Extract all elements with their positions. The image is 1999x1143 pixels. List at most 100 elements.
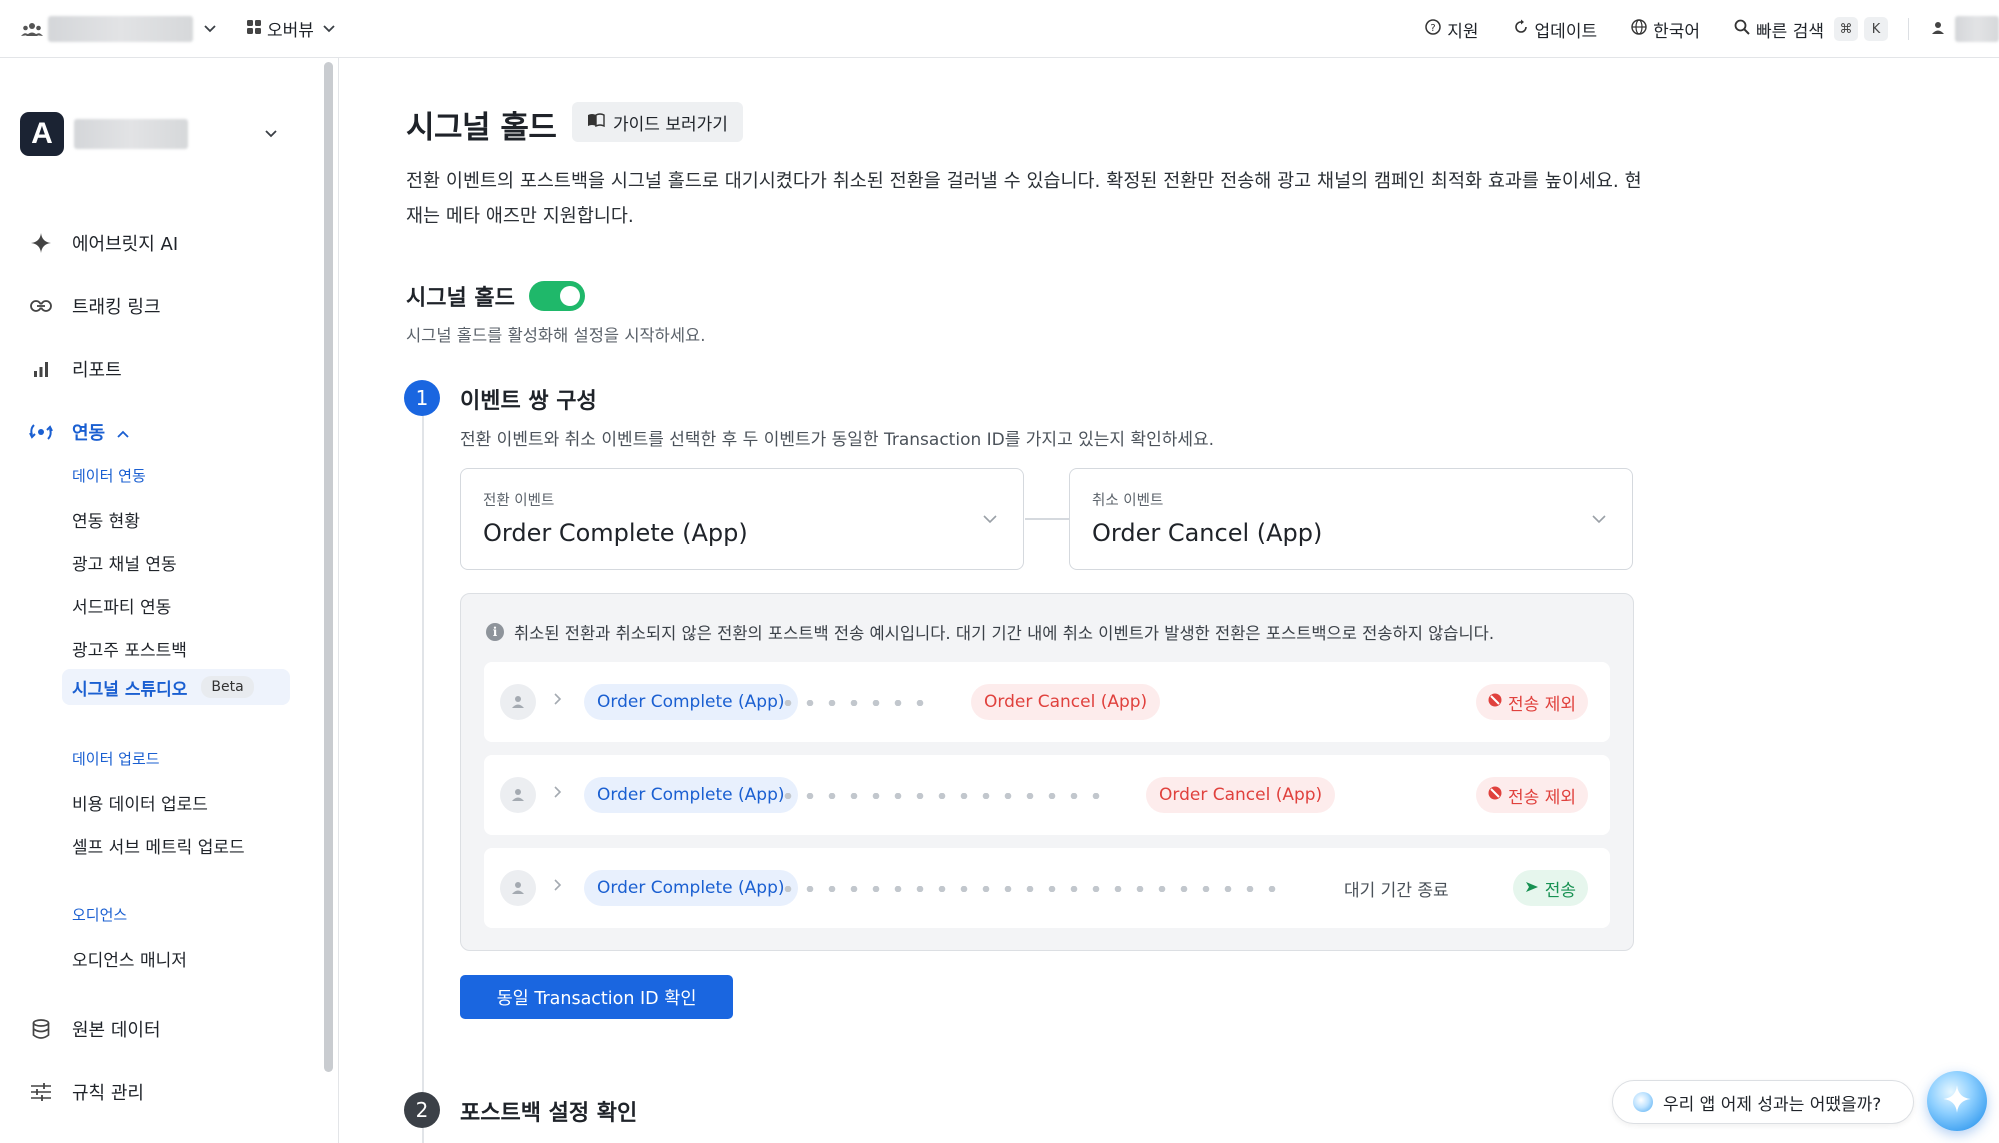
sidebar-item-integration-status[interactable]: 연동 현황	[72, 507, 140, 532]
globe-icon	[1631, 18, 1647, 40]
book-icon	[587, 112, 605, 132]
svg-text:?: ?	[1431, 23, 1436, 34]
sidebar-item-label: 연동	[72, 423, 106, 444]
sidebar-item-cost-data-upload[interactable]: 비용 데이터 업로드	[72, 790, 208, 815]
guide-button-label: 가이드 보러가기	[613, 114, 728, 135]
ai-chat-button[interactable]	[1927, 1071, 1987, 1131]
updates-link[interactable]: 업데이트	[1513, 17, 1598, 42]
sub-header-audience: 오디언스	[72, 906, 128, 924]
sidebar-item-advertiser-postback[interactable]: 광고주 포스트백	[72, 636, 187, 661]
sidebar-item-integration[interactable]: 연동	[28, 419, 129, 445]
conversion-event-value: Order Complete (App)	[483, 519, 748, 547]
status-label: 전송 제외	[1508, 694, 1576, 715]
grid-icon	[247, 19, 261, 39]
conversion-event-select[interactable]: 전환 이벤트 Order Complete (App)	[460, 468, 1024, 570]
status-badge: 전송 제외	[1476, 777, 1588, 813]
chevron-down-icon[interactable]	[201, 20, 219, 38]
sidebar-item-raw-data[interactable]: 원본 데이터	[28, 1016, 161, 1042]
database-icon	[28, 1016, 54, 1042]
page-title: 시그널 홀드	[406, 110, 557, 146]
timeline-dots	[777, 793, 1107, 799]
example-row: Order Complete (App) 대기 기간 종료 전송	[484, 848, 1610, 928]
step-1-number: 1	[404, 380, 440, 416]
send-icon	[1525, 878, 1539, 898]
guide-button[interactable]: 가이드 보러가기	[572, 102, 743, 142]
chevron-right-icon	[554, 876, 562, 895]
example-note-text: 취소된 전환과 취소되지 않은 전환의 포스트백 전송 예시입니다. 대기 기간…	[514, 624, 1495, 643]
sidebar-item-label: 규칙 관리	[72, 1083, 144, 1104]
chevron-right-icon	[554, 783, 562, 802]
step-2-number: 2	[404, 1092, 440, 1128]
page-description: 전환 이벤트의 포스트백을 시그널 홀드로 대기시켰다가 취소된 전환을 걸러낼…	[406, 171, 1642, 227]
user-icon	[500, 684, 536, 720]
sidebar-item-label: 리포트	[72, 360, 122, 381]
signal-hold-subtext: 시그널 홀드를 활성화해 설정을 시작하세요.	[406, 326, 706, 345]
cancel-event-pill: Order Cancel (App)	[1146, 777, 1336, 813]
wait-period-end-label: 대기 기간 종료	[1344, 881, 1449, 901]
example-row: Order Complete (App) Order Cancel (App) …	[484, 755, 1610, 835]
scrollbar-thumb[interactable]	[324, 62, 333, 1072]
overview-label: 오버뷰	[267, 21, 314, 41]
question-circle-icon: ?	[1425, 18, 1442, 40]
chevron-down-icon	[1592, 509, 1606, 528]
app-logo: A	[20, 112, 64, 156]
team-icon[interactable]	[20, 17, 44, 41]
chevron-down-icon	[320, 20, 338, 38]
toggle-knob	[560, 286, 580, 306]
top-right-actions: ? 지원 업데이트 한국어 빠른 검색 ⌘ K	[1425, 0, 1999, 58]
workspace-name[interactable]	[48, 15, 193, 42]
timeline-dots	[777, 886, 1283, 892]
sidebar-scrollbar[interactable]	[323, 62, 335, 1078]
info-icon: i	[486, 623, 504, 641]
support-link[interactable]: ? 지원	[1425, 17, 1479, 42]
main-content: 시그널 홀드 가이드 보러가기 전환 이벤트의 포스트백을 시그널 홀드로 대기…	[339, 58, 1999, 1143]
sidebar-item-report[interactable]: 리포트	[28, 356, 122, 382]
conversion-event-label: 전환 이벤트	[483, 493, 555, 509]
user-icon	[1931, 20, 1945, 39]
sidebar-item-label: 시그널 스튜디오	[72, 679, 188, 700]
chevron-up-icon	[117, 422, 129, 443]
updates-label: 업데이트	[1534, 21, 1598, 42]
sidebar-item-signal-studio[interactable]: 시그널 스튜디오 Beta	[62, 669, 290, 705]
sidebar-item-third-party-integration[interactable]: 서드파티 연동	[72, 593, 171, 618]
sub-header-data-upload: 데이터 업로드	[72, 750, 160, 768]
chevron-down-icon[interactable]	[262, 125, 280, 143]
quick-search-button[interactable]: 빠른 검색 ⌘ K	[1734, 17, 1888, 42]
sidebar-item-tracking-link[interactable]: 트래킹 링크	[28, 293, 161, 319]
cancel-event-label: 취소 이벤트	[1092, 493, 1164, 509]
sparkle-icon	[28, 230, 54, 256]
sidebar-item-audience-manager[interactable]: 오디언스 매니저	[72, 946, 187, 971]
signal-hold-label: 시그널 홀드	[406, 286, 515, 311]
chevron-right-icon	[554, 690, 562, 709]
shortcut-cmd-key: ⌘	[1834, 17, 1858, 41]
quick-search-label: 빠른 검색	[1756, 21, 1824, 42]
confirm-transaction-id-button[interactable]: 동일 Transaction ID 확인	[460, 975, 733, 1019]
cancel-event-value: Order Cancel (App)	[1092, 519, 1323, 547]
sidebar-item-label: 에어브릿지 AI	[72, 234, 179, 255]
sidebar-item-self-serve-metric-upload[interactable]: 셀프 서브 메트릭 업로드	[72, 833, 245, 858]
block-icon	[1488, 692, 1502, 712]
shortcut-k-key: K	[1864, 17, 1888, 41]
user-menu[interactable]	[1931, 16, 1999, 42]
ai-chat-prompt[interactable]: 우리 앱 어제 성과는 어땠을까?	[1612, 1080, 1914, 1124]
language-selector[interactable]: 한국어	[1631, 17, 1700, 42]
example-row: Order Complete (App) Order Cancel (App) …	[484, 662, 1610, 742]
app-switcher[interactable]: A	[20, 112, 188, 156]
sidebar-item-rule-management[interactable]: 규칙 관리	[28, 1079, 144, 1105]
signal-hold-toggle[interactable]	[529, 281, 585, 311]
overview-menu[interactable]: 오버뷰	[247, 16, 338, 41]
sync-icon	[28, 419, 54, 445]
sidebar-item-ai[interactable]: 에어브릿지 AI	[28, 230, 178, 256]
sidebar: A 에어브릿지 AI 트래킹 링크 리포트 연동 데이터 연동 연동 현황 광고…	[0, 58, 320, 1143]
search-icon	[1734, 19, 1750, 40]
sidebar-item-ad-channel-integration[interactable]: 광고 채널 연동	[72, 550, 177, 575]
conversion-event-pill: Order Complete (App)	[584, 777, 798, 813]
user-icon	[500, 777, 536, 813]
status-label: 전송	[1544, 880, 1576, 901]
sparkle-icon	[1942, 1084, 1972, 1118]
cancel-event-select[interactable]: 취소 이벤트 Order Cancel (App)	[1069, 468, 1633, 570]
sidebar-item-label: 원본 데이터	[72, 1020, 161, 1041]
sidebar-item-label: 트래킹 링크	[72, 297, 161, 318]
user-name	[1955, 16, 1999, 42]
ai-orb-icon	[1633, 1092, 1653, 1112]
